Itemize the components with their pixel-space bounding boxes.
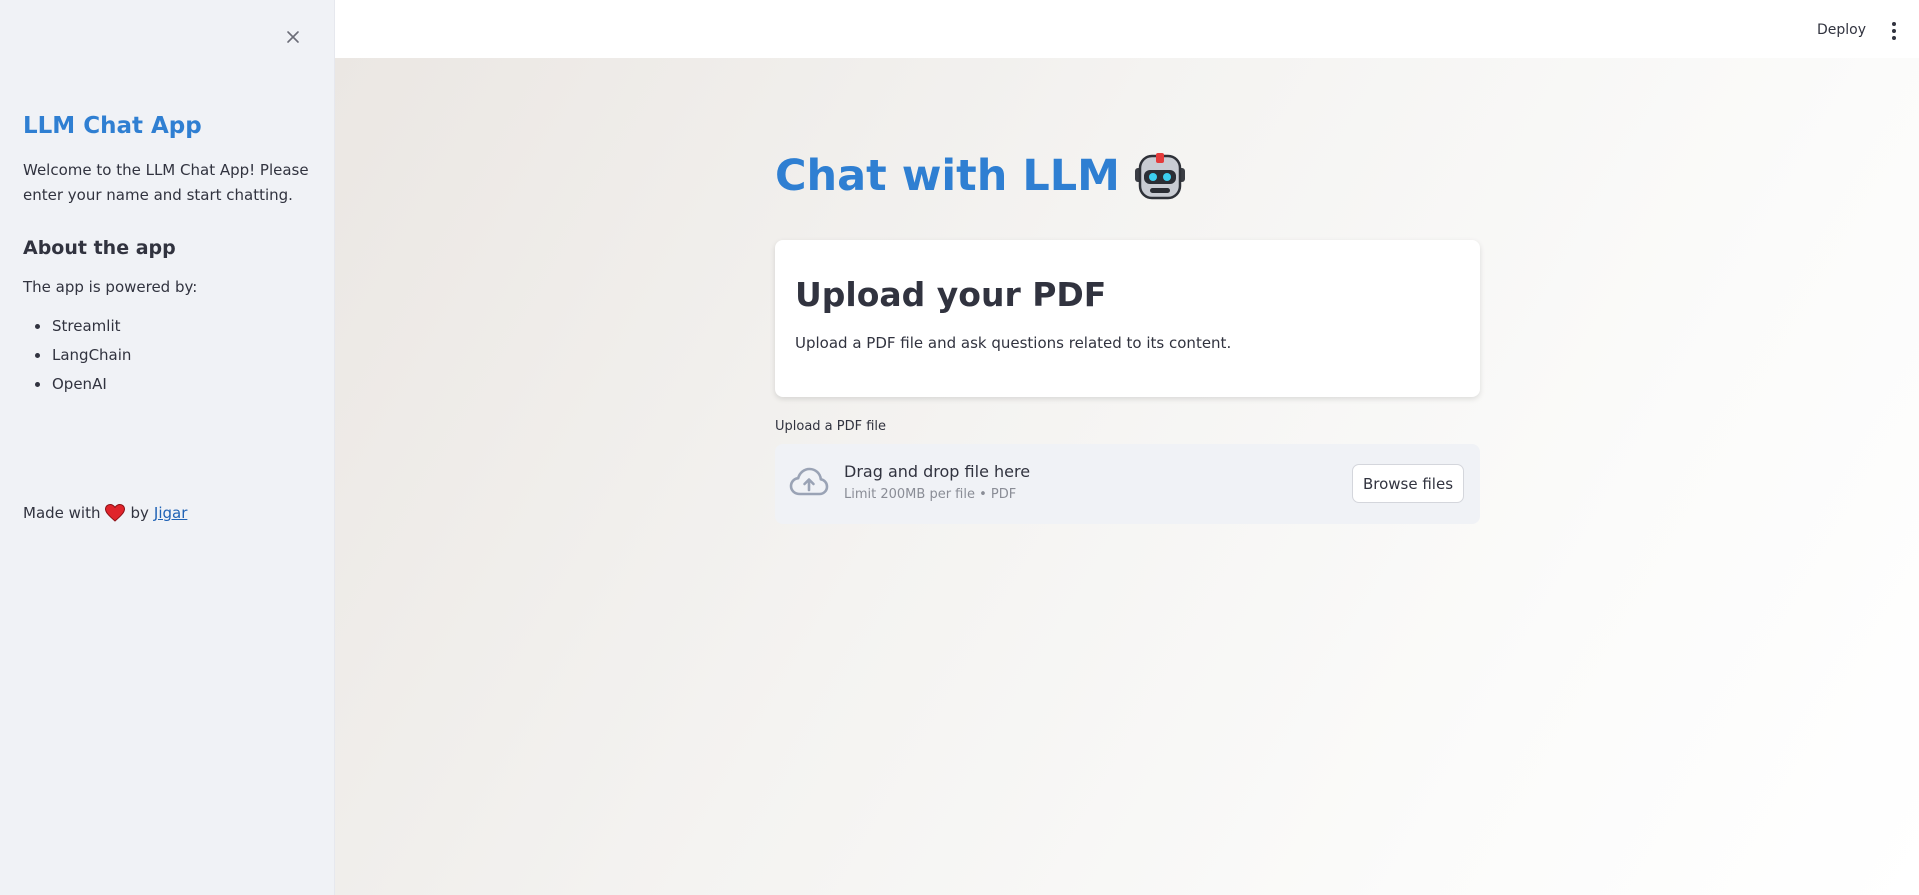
main-area: Chat with LLM Upload your PDF Upload a P… bbox=[335, 58, 1919, 895]
list-item: OpenAI bbox=[51, 370, 319, 399]
upload-info-card: Upload your PDF Upload a PDF file and as… bbox=[775, 240, 1480, 397]
powered-by-list: Streamlit LangChain OpenAI bbox=[23, 312, 319, 399]
page-title: Chat with LLM bbox=[775, 146, 1186, 206]
heart-icon bbox=[105, 504, 126, 522]
upload-label: Upload a PDF file bbox=[775, 419, 887, 434]
browse-files-button[interactable]: Browse files bbox=[1352, 464, 1464, 503]
made-with-prefix: Made with bbox=[23, 504, 101, 522]
sidebar-content: LLM Chat App Welcome to the LLM Chat App… bbox=[23, 110, 319, 399]
sidebar: LLM Chat App Welcome to the LLM Chat App… bbox=[0, 0, 335, 895]
app-root: LLM Chat App Welcome to the LLM Chat App… bbox=[0, 0, 1919, 895]
kebab-menu-icon[interactable] bbox=[1889, 22, 1899, 40]
made-with-footer: Made with by Jigar bbox=[23, 502, 187, 524]
list-item: Streamlit bbox=[51, 312, 319, 341]
dropzone-title: Drag and drop file here bbox=[844, 462, 1031, 481]
about-heading: About the app bbox=[23, 237, 176, 259]
page-title-text: Chat with LLM bbox=[775, 151, 1120, 201]
robot-icon bbox=[1134, 153, 1185, 200]
author-link[interactable]: Jigar bbox=[154, 502, 187, 524]
card-heading: Upload your PDF bbox=[795, 275, 1107, 314]
sidebar-title: LLM Chat App bbox=[23, 113, 202, 139]
made-with-by: by bbox=[130, 504, 149, 522]
close-icon[interactable] bbox=[280, 24, 306, 50]
card-text: Upload a PDF file and ask questions rela… bbox=[795, 334, 1232, 352]
top-header: Deploy bbox=[335, 0, 1919, 58]
cloud-upload-icon bbox=[789, 467, 829, 496]
file-dropzone[interactable]: Drag and drop file here Limit 200MB per … bbox=[775, 444, 1480, 524]
sidebar-welcome-text: Welcome to the LLM Chat App! Please ente… bbox=[23, 161, 309, 204]
list-item: LangChain bbox=[51, 341, 319, 370]
powered-by-text: The app is powered by: bbox=[23, 278, 198, 296]
dropzone-limit: Limit 200MB per file • PDF bbox=[844, 487, 1017, 502]
deploy-button[interactable]: Deploy bbox=[1817, 22, 1866, 38]
